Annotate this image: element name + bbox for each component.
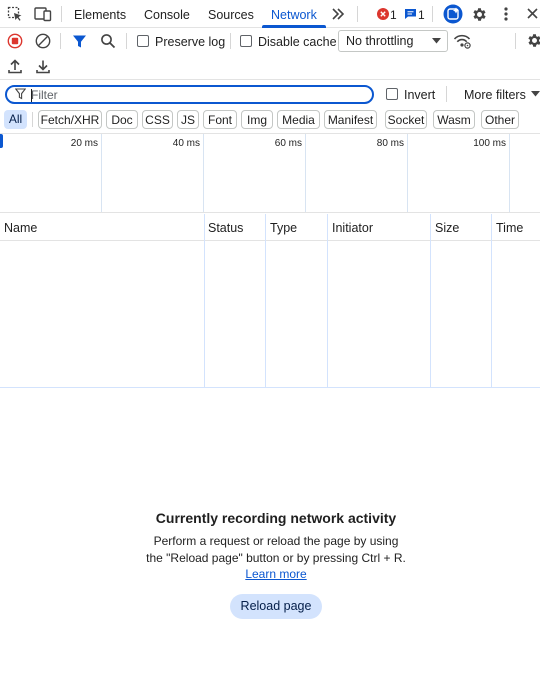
invert-label: Invert xyxy=(404,88,436,102)
error-count: 1 xyxy=(390,8,397,22)
divider xyxy=(126,33,127,49)
filter-icon xyxy=(15,88,26,100)
preserve-log-label: Preserve log xyxy=(155,35,226,49)
chip-doc[interactable]: Doc xyxy=(106,110,138,129)
column-size[interactable]: Size xyxy=(435,221,459,235)
throttling-value: No throttling xyxy=(346,34,414,48)
column-divider[interactable] xyxy=(265,214,266,387)
empty-state-text: Perform a request or reload the page by … xyxy=(146,534,406,565)
timeline-tick: 80 ms xyxy=(376,138,404,149)
tab-console[interactable]: Console xyxy=(144,0,190,28)
column-name[interactable]: Name xyxy=(4,221,37,235)
column-divider[interactable] xyxy=(327,214,328,387)
divider xyxy=(60,33,61,49)
ai-assistant-icon[interactable] xyxy=(443,4,463,24)
filter-icon[interactable] xyxy=(72,34,87,49)
filter-input[interactable] xyxy=(31,87,361,102)
text-cursor xyxy=(31,89,32,102)
invert-checkbox[interactable] xyxy=(386,88,398,100)
chip-all[interactable]: All xyxy=(4,110,27,129)
more-tabs-icon[interactable] xyxy=(331,7,345,21)
more-filters-label: More filters xyxy=(464,88,526,102)
disable-cache-label: Disable cache xyxy=(258,35,337,49)
filter-field[interactable] xyxy=(5,85,374,104)
clear-icon[interactable] xyxy=(35,33,51,49)
close-icon[interactable] xyxy=(526,7,539,20)
column-divider[interactable] xyxy=(491,214,492,387)
column-divider[interactable] xyxy=(204,214,205,387)
timeline-gridline xyxy=(101,134,102,212)
error-icon xyxy=(377,8,389,20)
chip-media[interactable]: Media xyxy=(277,110,320,129)
message-count: 1 xyxy=(418,8,425,22)
chevron-down-icon xyxy=(531,91,540,97)
device-toolbar-icon[interactable] xyxy=(34,6,52,22)
timeline-tick: 60 ms xyxy=(274,138,302,149)
message-icon xyxy=(404,8,417,20)
divider xyxy=(32,112,33,127)
divider xyxy=(446,86,447,102)
har-toolbar xyxy=(0,55,540,80)
chip-font[interactable]: Font xyxy=(203,110,237,129)
divider xyxy=(432,6,433,22)
request-table-bottom-border xyxy=(0,387,540,388)
timeline-gridline xyxy=(509,134,510,212)
timeline-gridline xyxy=(305,134,306,212)
column-divider[interactable] xyxy=(430,214,431,387)
timeline-tick: 100 ms xyxy=(473,138,506,149)
column-time[interactable]: Time xyxy=(496,221,523,235)
tab-sources[interactable]: Sources xyxy=(208,0,254,28)
disable-cache-checkbox[interactable] xyxy=(240,35,252,47)
timeline-tick: 40 ms xyxy=(172,138,200,149)
network-conditions-icon[interactable] xyxy=(453,33,471,49)
column-status[interactable]: Status xyxy=(208,221,243,235)
throttling-select[interactable]: No throttling xyxy=(338,30,448,52)
chip-manifest[interactable]: Manifest xyxy=(324,110,377,129)
settings-icon[interactable] xyxy=(471,6,488,23)
divider xyxy=(357,6,358,22)
chip-other[interactable]: Other xyxy=(481,110,519,129)
column-type[interactable]: Type xyxy=(270,221,297,235)
network-settings-icon[interactable] xyxy=(526,32,540,49)
timeline-gridline xyxy=(407,134,408,212)
chip-socket[interactable]: Socket xyxy=(385,110,427,129)
search-icon[interactable] xyxy=(100,33,116,49)
chip-css[interactable]: CSS xyxy=(142,110,173,129)
import-har-icon[interactable] xyxy=(8,59,22,74)
inspect-element-icon[interactable] xyxy=(7,6,23,22)
divider xyxy=(61,6,62,22)
learn-more-link[interactable]: Learn more xyxy=(245,567,306,581)
overview-selection-handle[interactable] xyxy=(0,134,3,148)
empty-state-title: Currently recording network activity xyxy=(155,510,397,526)
reload-page-button[interactable]: Reload page xyxy=(230,594,322,619)
timeline-tick: 20 ms xyxy=(70,138,98,149)
chip-fetch-xhr[interactable]: Fetch/XHR xyxy=(38,110,102,129)
divider xyxy=(515,33,516,49)
export-har-icon[interactable] xyxy=(36,59,50,74)
tab-network[interactable]: Network xyxy=(271,0,317,28)
chip-js[interactable]: JS xyxy=(177,110,199,129)
divider xyxy=(230,33,231,49)
tab-elements[interactable]: Elements xyxy=(74,0,126,28)
column-initiator[interactable]: Initiator xyxy=(332,221,373,235)
empty-state-description: Perform a request or reload the page by … xyxy=(146,533,406,583)
chip-img[interactable]: Img xyxy=(241,110,273,129)
more-options-icon[interactable] xyxy=(500,6,512,22)
chevron-down-icon xyxy=(432,38,441,44)
devtools-tab-bar: Elements Console Sources Network 1 1 xyxy=(0,0,540,28)
record-icon[interactable] xyxy=(7,33,23,49)
timeline-gridline xyxy=(203,134,204,212)
chip-wasm[interactable]: Wasm xyxy=(433,110,475,129)
preserve-log-checkbox[interactable] xyxy=(137,35,149,47)
